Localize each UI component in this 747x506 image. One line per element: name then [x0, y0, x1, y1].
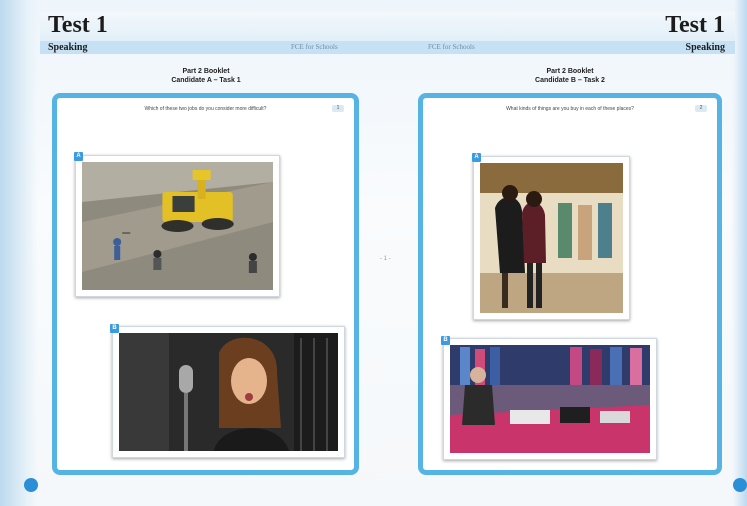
left-photo-b-frame: B	[110, 324, 345, 458]
left-task-question: Which of these two jobs do you consider …	[144, 106, 267, 112]
photo-b-badge: B	[110, 324, 119, 333]
page-center-mark: - 1 -	[380, 256, 391, 262]
photo-a-badge: A	[74, 152, 83, 161]
left-booklet-heading: Part 2 Booklet Candidate A – Task 1	[106, 67, 306, 85]
series-label-left: FCE for Schools	[291, 43, 338, 51]
left-booklet-heading-line2: Candidate A – Task 1	[171, 77, 241, 84]
right-photo-b-frame: B	[441, 336, 657, 460]
recording-studio-singer-photo	[119, 333, 338, 451]
right-booklet-heading-line1: Part 2 Booklet	[546, 68, 594, 75]
page-edge-left	[0, 0, 38, 506]
right-question-tag: 2	[695, 105, 707, 112]
series-label-right: FCE for Schools	[428, 43, 475, 51]
page-title-left: Test 1	[48, 12, 108, 38]
right-task-panel: What kinds of things are you buy in each…	[418, 93, 722, 475]
right-booklet-heading-line2: Candidate B – Task 2	[535, 77, 605, 84]
left-question-tag: 1	[332, 105, 344, 112]
right-task-question: What kinds of things are you buy in each…	[506, 106, 634, 112]
page-corner-marker-left	[24, 478, 38, 492]
page-title-right: Test 1	[665, 12, 725, 38]
right-photo-a-frame: A	[472, 153, 630, 320]
header-band	[40, 41, 735, 54]
left-task-panel: Which of these two jobs do you consider …	[52, 93, 359, 475]
header-band-top	[40, 12, 735, 41]
clothes-shop-window-photo	[480, 163, 623, 313]
left-photo-a-frame: A	[74, 152, 280, 297]
section-label-left: Speaking	[48, 42, 88, 53]
photo-a-badge: A	[472, 153, 481, 162]
section-label-right: Speaking	[685, 42, 725, 53]
right-booklet-heading: Part 2 Booklet Candidate B – Task 2	[470, 67, 670, 85]
street-market-stall-photo	[450, 345, 650, 453]
photo-b-badge: B	[441, 336, 450, 345]
construction-site-photo	[82, 162, 273, 290]
page-edge-right	[731, 0, 747, 506]
left-booklet-heading-line1: Part 2 Booklet	[182, 68, 230, 75]
book-spread: Test 1 Speaking Test 1 Speaking FCE for …	[0, 0, 747, 506]
page-corner-marker-right	[733, 478, 747, 492]
